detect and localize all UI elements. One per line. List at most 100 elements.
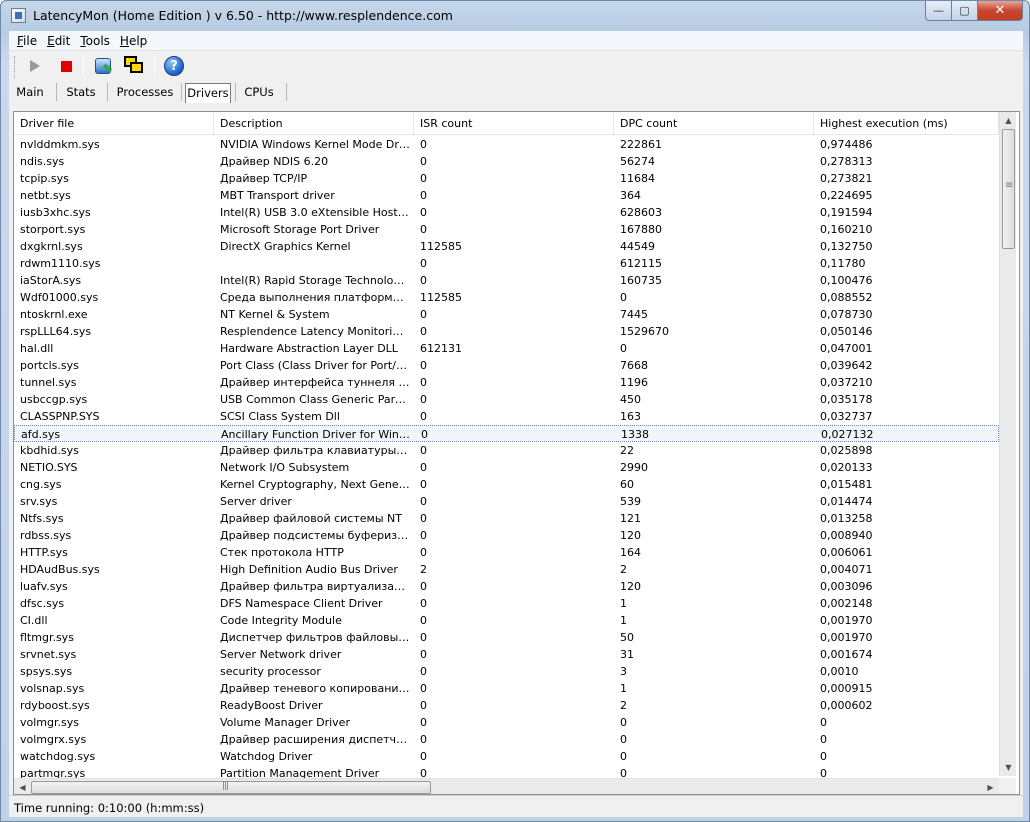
table-row[interactable]: ndis.sys Драйвер NDIS 6.20 0 56274 0,278313: [14, 153, 999, 170]
table-row[interactable]: rdwm1110.sys 0 612115 0,11780: [14, 255, 999, 272]
windows-button[interactable]: [123, 54, 147, 78]
table-cell: 0,278313: [820, 155, 873, 168]
menu-help[interactable]: Help: [115, 31, 152, 50]
table-cell: 60: [620, 478, 634, 491]
menu-edit[interactable]: Edit: [42, 31, 75, 50]
title-bar[interactable]: LatencyMon (Home Edition ) v 6.50 - http…: [1, 1, 1029, 31]
tab-drivers[interactable]: Drivers: [185, 83, 231, 103]
table-cell: volsnap.sys: [20, 682, 85, 695]
table-cell: 0: [420, 580, 427, 593]
settings-button[interactable]: [91, 54, 115, 78]
table-cell: 120: [620, 580, 641, 593]
table-cell: Драйвер интерфейса туннеля (Ma…: [220, 376, 410, 389]
table-cell: afd.sys: [21, 428, 61, 441]
table-row[interactable]: Ntfs.sys Драйвер файловой системы NT 0 121 0…: [14, 510, 999, 527]
table-cell: Диспетчер фильтров файловых с…: [220, 631, 410, 644]
menu-tools[interactable]: Tools: [75, 31, 115, 50]
table-cell: 0: [420, 223, 427, 236]
table-row[interactable]: srv.sys Server driver 0 539 0,014474: [14, 493, 999, 510]
scroll-up-arrow-icon[interactable]: ▲: [1000, 112, 1017, 129]
table-cell: 539: [620, 495, 641, 508]
table-row[interactable]: Wdf01000.sys Среда выполнения платформы д…: [14, 289, 999, 306]
horizontal-scrollbar[interactable]: ◀ ▶: [14, 778, 999, 794]
table-cell: 160735: [620, 274, 662, 287]
table-row[interactable]: HTTP.sys Стек протокола HTTP 0 164 0,006061: [14, 544, 999, 561]
table-row[interactable]: hal.dll Hardware Abstraction Layer DLL 612…: [14, 340, 999, 357]
table-row[interactable]: kbdhid.sys Драйвер фильтра клавиатуры HID…: [14, 442, 999, 459]
table-cell: DirectX Graphics Kernel: [220, 240, 351, 253]
table-cell: HDAudBus.sys: [20, 563, 100, 576]
table-cell: srv.sys: [20, 495, 58, 508]
table-cell: Ntfs.sys: [20, 512, 64, 525]
scroll-down-arrow-icon[interactable]: ▼: [1000, 759, 1017, 776]
table-row[interactable]: volmgr.sys Volume Manager Driver 0 0 0: [14, 714, 999, 731]
column-header-driver-file[interactable]: Driver file: [14, 112, 214, 135]
table-row[interactable]: partmgr.sys Partition Management Driver 0 0…: [14, 765, 999, 779]
table-row[interactable]: HDAudBus.sys High Definition Audio Bus Dr…: [14, 561, 999, 578]
maximize-button[interactable]: ▢: [952, 1, 978, 21]
table-row[interactable]: volsnap.sys Драйвер теневого копирования …: [14, 680, 999, 697]
table-cell: Code Integrity Module: [220, 614, 342, 627]
table-row[interactable]: rspLLL64.sys Resplendence Latency Monitor…: [14, 323, 999, 340]
table-cell: Network I/O Subsystem: [220, 461, 350, 474]
table-row[interactable]: dfsc.sys DFS Namespace Client Driver 0 1 0,0…: [14, 595, 999, 612]
table-row[interactable]: rdyboost.sys ReadyBoost Driver 0 2 0,000602: [14, 697, 999, 714]
stop-button[interactable]: [54, 54, 78, 78]
column-header-dpc-count[interactable]: DPC count: [614, 112, 814, 135]
table-cell: Server Network driver: [220, 648, 342, 661]
table-row[interactable]: iusb3xhc.sys Intel(R) USB 3.0 eXtensible …: [14, 204, 999, 221]
table-row[interactable]: fltmgr.sys Диспетчер фильтров файловых с……: [14, 629, 999, 646]
table-cell: Kernel Cryptography, Next Generation: [220, 478, 410, 491]
table-row[interactable]: NETIO.SYS Network I/O Subsystem 0 2990 0,020…: [14, 459, 999, 476]
table-row[interactable]: iaStorA.sys Intel(R) Rapid Storage Techno…: [14, 272, 999, 289]
table-row[interactable]: tunnel.sys Драйвер интерфейса туннеля (Ma…: [14, 374, 999, 391]
table-cell: Microsoft Storage Port Driver: [220, 223, 380, 236]
table-cell: 0: [420, 733, 427, 746]
table-cell: 1196: [620, 376, 648, 389]
table-cell: watchdog.sys: [20, 750, 96, 763]
table-cell: HTTP.sys: [20, 546, 68, 559]
table-row[interactable]: afd.sys Ancillary Function Driver for Win…: [14, 425, 999, 442]
table-row[interactable]: cng.sys Kernel Cryptography, Next Generat…: [14, 476, 999, 493]
table-row[interactable]: portcls.sys Port Class (Class Driver for …: [14, 357, 999, 374]
help-button[interactable]: ?: [162, 54, 186, 78]
table-row[interactable]: netbt.sys MBT Transport driver 0 364 0,22469…: [14, 187, 999, 204]
drivers-list[interactable]: Driver file Description ISR count DPC co…: [13, 111, 1020, 795]
table-row[interactable]: srvnet.sys Server Network driver 0 31 0,0016…: [14, 646, 999, 663]
column-header-isr-count[interactable]: ISR count: [414, 112, 614, 135]
table-row[interactable]: rdbss.sys Драйвер подсистемы буферизаци… 0…: [14, 527, 999, 544]
tab-processes[interactable]: Processes: [115, 83, 175, 103]
scroll-right-arrow-icon[interactable]: ▶: [982, 779, 999, 794]
vertical-scroll-thumb[interactable]: [1002, 129, 1015, 249]
column-header-highest-execution[interactable]: Highest execution (ms): [814, 112, 999, 135]
table-row[interactable]: spsys.sys security processor 0 3 0,0010: [14, 663, 999, 680]
horizontal-scroll-thumb[interactable]: [31, 781, 431, 794]
table-cell: 0: [820, 733, 827, 746]
table-row[interactable]: volmgrx.sys Драйвер расширения диспетчера…: [14, 731, 999, 748]
vertical-scrollbar[interactable]: ▲ ▼: [999, 112, 1016, 776]
table-cell: nvlddmkm.sys: [20, 138, 100, 151]
table-row[interactable]: nvlddmkm.sys NVIDIA Windows Kernel Mode D…: [14, 136, 999, 153]
table-row[interactable]: CLASSPNP.SYS SCSI Class System Dll 0 163 0,0…: [14, 408, 999, 425]
table-cell: 0: [420, 172, 427, 185]
table-cell: ndis.sys: [20, 155, 65, 168]
table-row[interactable]: tcpip.sys Драйвер TCP/IP 0 11684 0,273821: [14, 170, 999, 187]
start-button[interactable]: [23, 54, 47, 78]
tab-main[interactable]: Main: [11, 83, 49, 103]
table-cell: dxgkrnl.sys: [20, 240, 83, 253]
table-row[interactable]: CI.dll Code Integrity Module 0 1 0,001970: [14, 612, 999, 629]
menu-file[interactable]: File: [12, 31, 42, 50]
table-row[interactable]: dxgkrnl.sys DirectX Graphics Kernel 112585…: [14, 238, 999, 255]
table-row[interactable]: storport.sys Microsoft Storage Port Drive…: [14, 221, 999, 238]
table-row[interactable]: usbccgp.sys USB Common Class Generic Pare…: [14, 391, 999, 408]
tab-stats[interactable]: Stats: [63, 83, 99, 103]
close-button[interactable]: ✕: [978, 1, 1023, 21]
table-row[interactable]: luafv.sys Драйвер фильтра виртуализации ……: [14, 578, 999, 595]
minimize-button[interactable]: —: [925, 1, 952, 21]
scroll-left-arrow-icon[interactable]: ◀: [14, 779, 31, 794]
table-row[interactable]: watchdog.sys Watchdog Driver 0 0 0: [14, 748, 999, 765]
column-header-description[interactable]: Description: [214, 112, 414, 135]
toolbar-grip[interactable]: [14, 56, 17, 78]
table-row[interactable]: ntoskrnl.exe NT Kernel & System 0 7445 0,078…: [14, 306, 999, 323]
tab-cpus[interactable]: CPUs: [242, 83, 276, 103]
